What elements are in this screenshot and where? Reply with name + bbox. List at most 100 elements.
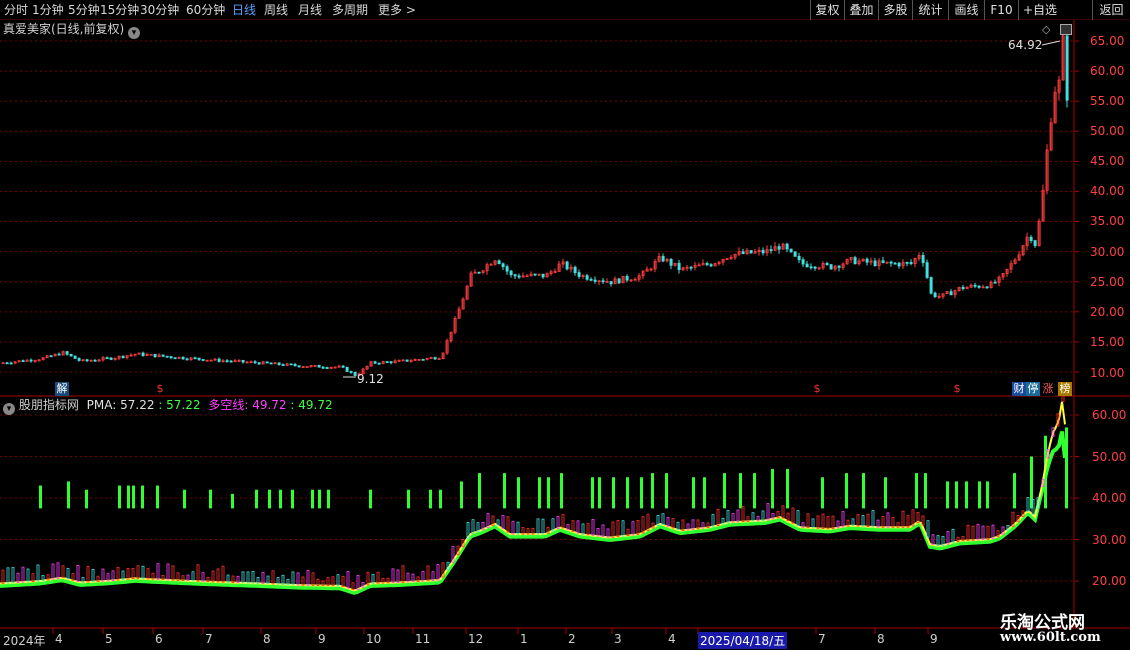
- signal-bar: [503, 473, 506, 509]
- signal-bar: [612, 477, 615, 509]
- signal-bar: [786, 468, 789, 509]
- signal-bar: [924, 473, 927, 509]
- sub-candle: [671, 518, 675, 529]
- candle-down: [909, 262, 913, 265]
- candle-down: [893, 262, 897, 265]
- candle-down: [497, 260, 501, 265]
- sub-candle: [356, 574, 360, 591]
- candle-down: [349, 371, 353, 373]
- sub-y-tick: 40.00: [1092, 491, 1127, 505]
- dividend-marker[interactable]: $: [812, 382, 822, 396]
- sub-candle: [791, 507, 795, 524]
- diamond-icon[interactable]: ◇: [1042, 23, 1050, 36]
- sub-candle: [811, 518, 815, 529]
- stock-chart-canvas[interactable]: [0, 0, 1130, 650]
- candle-down: [741, 251, 745, 255]
- signal-bar: [478, 473, 481, 509]
- limit-up-marker[interactable]: 涨: [1041, 382, 1055, 396]
- chevron-down-icon[interactable]: ▾: [128, 27, 141, 39]
- sub-candle: [396, 569, 400, 583]
- signal-bar: [640, 477, 643, 509]
- sub-candle: [821, 513, 825, 529]
- dividend-marker[interactable]: $: [155, 382, 165, 396]
- signal-bar: [318, 489, 321, 509]
- candle-up: [305, 366, 309, 368]
- y-tick: 40.00: [1090, 184, 1125, 198]
- sub-candle: [326, 577, 330, 587]
- chevron-down-icon[interactable]: ▾: [3, 403, 15, 415]
- y-tick: 60.00: [1090, 64, 1125, 78]
- sub-candle: [156, 563, 160, 580]
- finance-marker[interactable]: 财: [1012, 382, 1026, 396]
- sub-candle: [111, 570, 115, 581]
- sub-candle: [116, 567, 120, 581]
- signal-bar: [538, 477, 541, 509]
- candle-down: [405, 359, 409, 362]
- sub-candle: [966, 524, 970, 541]
- candle-down: [961, 286, 965, 290]
- signal-bar: [739, 473, 742, 509]
- candle-down: [513, 274, 517, 277]
- x-tick: 8: [877, 632, 885, 646]
- signal-bar: [85, 489, 88, 509]
- candle-down: [181, 356, 185, 360]
- panel-toggle-icon[interactable]: [1060, 24, 1072, 35]
- sub-candle: [676, 521, 680, 531]
- sub-candle: [261, 571, 265, 584]
- candle-down: [749, 250, 753, 254]
- sub-candle: [86, 566, 90, 583]
- candle-down: [321, 366, 325, 369]
- sub-candle: [831, 515, 835, 530]
- sub-candle: [226, 574, 230, 583]
- sub-candle: [486, 513, 490, 528]
- x-tick: 7: [818, 632, 826, 646]
- dragon-tiger-marker[interactable]: 榜: [1058, 382, 1072, 396]
- signal-bar: [598, 477, 601, 509]
- sub-y-tick: 20.00: [1092, 574, 1127, 588]
- sub-candle: [26, 568, 30, 583]
- candle-down: [197, 357, 201, 360]
- sub-candle: [36, 564, 40, 582]
- signal-bar: [127, 485, 130, 509]
- sub-candle: [341, 575, 345, 587]
- sub-candle: [761, 510, 765, 522]
- sub-candle: [276, 577, 280, 585]
- candle-down: [797, 255, 801, 261]
- sub-candle: [426, 565, 430, 582]
- signal-bar: [547, 477, 550, 509]
- cursor-date-label: 2025/04/18/五: [698, 632, 788, 649]
- sub-candle: [401, 565, 405, 583]
- x-tick: 1: [520, 632, 528, 646]
- sub-candle: [696, 519, 700, 530]
- high-arrow: [1041, 40, 1061, 46]
- candle-down: [229, 360, 233, 363]
- candle-down: [949, 291, 953, 296]
- indicator-name: 股朋指标网: [18, 398, 79, 412]
- signal-bar: [626, 477, 629, 509]
- candle-down: [873, 260, 877, 267]
- candle-down: [317, 365, 321, 368]
- signal-bar: [884, 477, 887, 509]
- candle-down: [897, 262, 901, 267]
- signal-bar: [771, 468, 774, 509]
- sub-candle: [311, 572, 315, 586]
- sub-candle: [601, 524, 605, 538]
- sub-y-tick: 50.00: [1092, 450, 1127, 464]
- sub-candle: [766, 503, 770, 521]
- y-tick: 20.00: [1090, 305, 1125, 319]
- suspend-marker[interactable]: 停: [1026, 382, 1040, 396]
- sub-candle: [596, 527, 600, 537]
- unlock-marker[interactable]: 解: [55, 382, 69, 396]
- y-tick: 10.00: [1090, 366, 1125, 380]
- sub-candle: [16, 572, 20, 583]
- dividend-marker[interactable]: $: [952, 382, 962, 396]
- signal-bar: [986, 481, 989, 509]
- candle-down: [217, 358, 221, 362]
- sub-candle: [436, 564, 440, 581]
- sub-candle: [501, 514, 505, 530]
- sub-candle: [666, 516, 670, 527]
- sub-candle: [976, 523, 980, 541]
- candle-down: [973, 284, 977, 287]
- candle-down: [865, 258, 869, 263]
- sub-candle: [921, 515, 925, 526]
